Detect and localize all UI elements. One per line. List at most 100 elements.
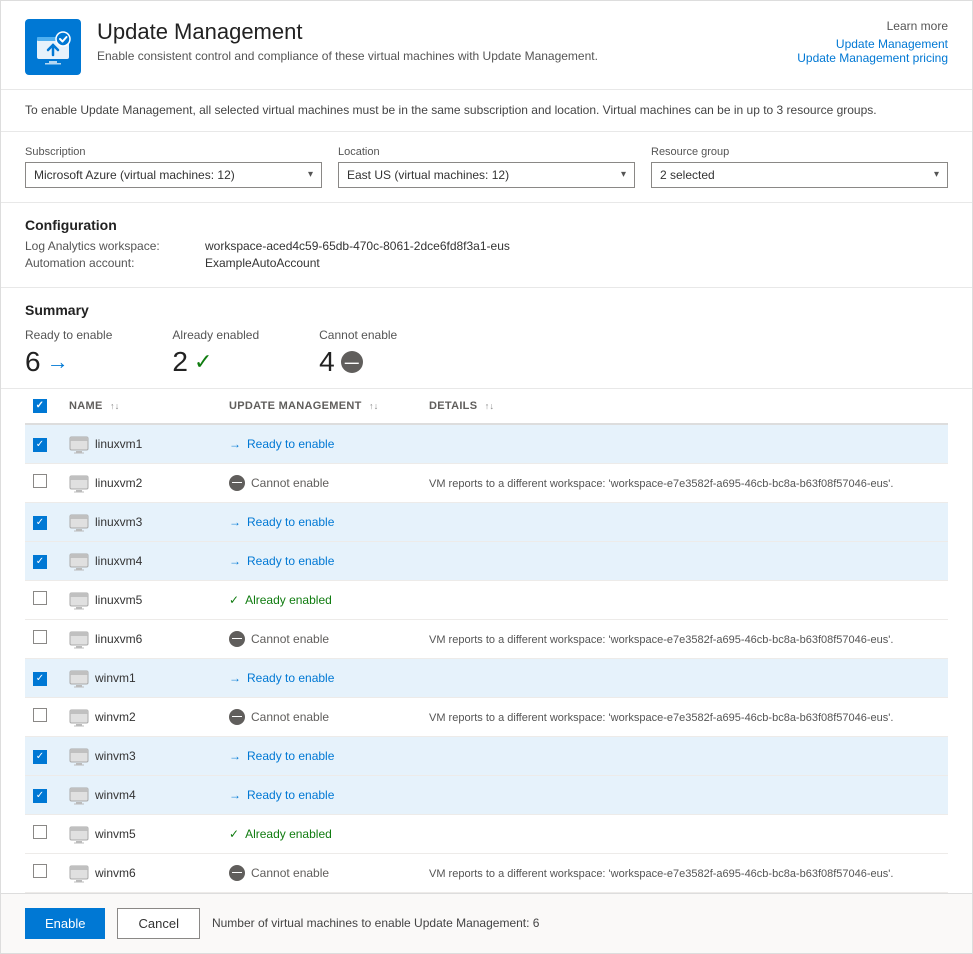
ready-arrow-icon: → bbox=[229, 554, 241, 568]
cannot-block-icon: — bbox=[229, 475, 245, 491]
location-dropdown[interactable]: East US (virtual machines: 12) ▾ bbox=[338, 162, 635, 188]
status-ready-linuxvm1: →Ready to enable bbox=[229, 437, 413, 451]
learn-more-label: Learn more bbox=[797, 19, 948, 33]
status-cannot-linuxvm6: — Cannot enable bbox=[229, 631, 413, 647]
notice-text: To enable Update Management, all selecte… bbox=[1, 90, 972, 132]
cannot-block-icon: — bbox=[229, 709, 245, 725]
account-label: Automation account: bbox=[25, 256, 205, 270]
vm-icon-winvm4 bbox=[69, 785, 89, 805]
select-all-header[interactable] bbox=[25, 389, 61, 424]
workspace-label: Log Analytics workspace: bbox=[25, 239, 205, 253]
status-ready-winvm1: →Ready to enable bbox=[229, 671, 413, 685]
cancel-button[interactable]: Cancel bbox=[117, 908, 199, 939]
vm-name-linuxvm1: linuxvm1 bbox=[69, 434, 213, 454]
table-row: winvm3 →Ready to enable bbox=[25, 736, 948, 775]
status-text-linuxvm2: Cannot enable bbox=[251, 476, 329, 490]
row-checkbox-linuxvm4[interactable] bbox=[33, 555, 47, 569]
enabled-check-icon: ✓ bbox=[229, 827, 239, 841]
table-row: winvm4 →Ready to enable bbox=[25, 775, 948, 814]
row-checkbox-winvm3[interactable] bbox=[33, 750, 47, 764]
ready-arrow-icon: → bbox=[229, 749, 241, 763]
ready-arrow-icon: → bbox=[229, 671, 241, 685]
enabled-label: Already enabled bbox=[172, 328, 259, 342]
table-row: linuxvm4 →Ready to enable bbox=[25, 541, 948, 580]
update-management-pricing-link[interactable]: Update Management pricing bbox=[797, 51, 948, 65]
cannot-block-icon: — bbox=[341, 351, 363, 373]
ready-arrow-icon: → bbox=[229, 515, 241, 529]
summary-section: Summary Ready to enable 6 → Already enab… bbox=[1, 288, 972, 389]
vm-icon-winvm1 bbox=[69, 668, 89, 688]
subscription-dropdown-group: Subscription Microsoft Azure (virtual ma… bbox=[25, 146, 322, 188]
vm-name-text-winvm3: winvm3 bbox=[95, 749, 136, 763]
status-cannot-winvm6: —Cannot enable bbox=[229, 865, 413, 881]
enabled-value: 2 ✓ bbox=[172, 346, 259, 378]
location-dropdown-group: Location East US (virtual machines: 12) … bbox=[338, 146, 635, 188]
vm-name-winvm3: winvm3 bbox=[69, 746, 213, 766]
vm-name-text-winvm4: winvm4 bbox=[95, 788, 136, 802]
status-text-winvm2: Cannot enable bbox=[251, 710, 329, 724]
status-text-winvm6: Cannot enable bbox=[251, 866, 329, 880]
resource-group-chevron-icon: ▾ bbox=[934, 169, 939, 180]
vm-name-text-linuxvm4: linuxvm4 bbox=[95, 554, 142, 568]
vm-name-text-linuxvm2: linuxvm2 bbox=[95, 476, 142, 490]
status-ready-winvm3: →Ready to enable bbox=[229, 749, 413, 763]
status-column-header[interactable]: UPDATE MANAGEMENT ↑↓ bbox=[221, 389, 421, 424]
details-text-linuxvm6: VM reports to a different workspace: 'wo… bbox=[429, 634, 893, 646]
ready-to-enable-summary: Ready to enable 6 → bbox=[25, 328, 112, 378]
vm-icon-linuxvm2 bbox=[69, 473, 89, 493]
table-row: winvm5 ✓Already enabled bbox=[25, 814, 948, 853]
row-checkbox-linuxvm6[interactable] bbox=[33, 630, 47, 644]
row-checkbox-winvm5[interactable] bbox=[33, 825, 47, 839]
status-ready-winvm4: →Ready to enable bbox=[229, 788, 413, 802]
resource-group-value: 2 selected bbox=[660, 168, 715, 182]
workspace-row: Log Analytics workspace: workspace-aced4… bbox=[25, 239, 948, 253]
resource-group-label: Resource group bbox=[651, 146, 948, 158]
page-subtitle: Enable consistent control and compliance… bbox=[97, 49, 598, 63]
vm-name-linuxvm2: linuxvm2 bbox=[69, 473, 213, 493]
vm-icon-winvm6 bbox=[69, 863, 89, 883]
page-title: Update Management bbox=[97, 19, 598, 45]
status-cannot-winvm2: — Cannot enable bbox=[229, 709, 413, 725]
status-cannot-linuxvm2: — Cannot enable bbox=[229, 475, 413, 491]
vm-name-text-winvm6: winvm6 bbox=[95, 866, 136, 880]
header-links: Learn more Update Management Update Mana… bbox=[797, 19, 948, 65]
vm-name-winvm4: winvm4 bbox=[69, 785, 213, 805]
table-row: winvm6 —Cannot enableVM reports to a dif… bbox=[25, 853, 948, 892]
summary-items: Ready to enable 6 → Already enabled 2 ✓ … bbox=[25, 328, 948, 378]
cannot-block-icon: — bbox=[229, 631, 245, 647]
enable-button[interactable]: Enable bbox=[25, 908, 105, 939]
vm-name-linuxvm6: linuxvm6 bbox=[69, 629, 213, 649]
status-text-linuxvm6: Cannot enable bbox=[251, 632, 329, 646]
status-enabled-winvm5: ✓Already enabled bbox=[229, 827, 413, 841]
account-row: Automation account: ExampleAutoAccount bbox=[25, 256, 948, 270]
table-row: linuxvm2 —Cannot enableVM reports to a d… bbox=[25, 463, 948, 502]
row-checkbox-linuxvm5[interactable] bbox=[33, 591, 47, 605]
subscription-dropdown[interactable]: Microsoft Azure (virtual machines: 12) ▾ bbox=[25, 162, 322, 188]
vm-icon-linuxvm4 bbox=[69, 551, 89, 571]
vm-name-winvm1: winvm1 bbox=[69, 668, 213, 688]
vm-name-text-winvm5: winvm5 bbox=[95, 827, 136, 841]
status-text-linuxvm5: Already enabled bbox=[245, 593, 332, 607]
row-checkbox-winvm2[interactable] bbox=[33, 708, 47, 722]
select-all-checkbox[interactable] bbox=[33, 399, 47, 413]
row-checkbox-winvm6[interactable] bbox=[33, 864, 47, 878]
details-sort-icon: ↑↓ bbox=[485, 401, 495, 411]
vm-name-text-linuxvm6: linuxvm6 bbox=[95, 632, 142, 646]
row-checkbox-linuxvm3[interactable] bbox=[33, 516, 47, 530]
table-row: linuxvm1 →Ready to enable bbox=[25, 424, 948, 464]
vm-name-text-winvm1: winvm1 bbox=[95, 671, 136, 685]
row-checkbox-linuxvm1[interactable] bbox=[33, 438, 47, 452]
details-text-winvm2: VM reports to a different workspace: 'wo… bbox=[429, 712, 893, 724]
summary-title: Summary bbox=[25, 302, 948, 318]
row-checkbox-winvm4[interactable] bbox=[33, 789, 47, 803]
table-row: linuxvm6 — Cannot enable VM reports to a d… bbox=[25, 619, 948, 658]
page-footer: Enable Cancel Number of virtual machines… bbox=[1, 893, 972, 953]
details-column-header[interactable]: DETAILS ↑↓ bbox=[421, 389, 948, 424]
resource-group-dropdown[interactable]: 2 selected ▾ bbox=[651, 162, 948, 188]
vm-name-text-linuxvm3: linuxvm3 bbox=[95, 515, 142, 529]
vm-icon-winvm2 bbox=[69, 707, 89, 727]
row-checkbox-winvm1[interactable] bbox=[33, 672, 47, 686]
row-checkbox-linuxvm2[interactable] bbox=[33, 474, 47, 488]
name-column-header[interactable]: NAME ↑↓ bbox=[61, 389, 221, 424]
update-management-link[interactable]: Update Management bbox=[797, 37, 948, 51]
